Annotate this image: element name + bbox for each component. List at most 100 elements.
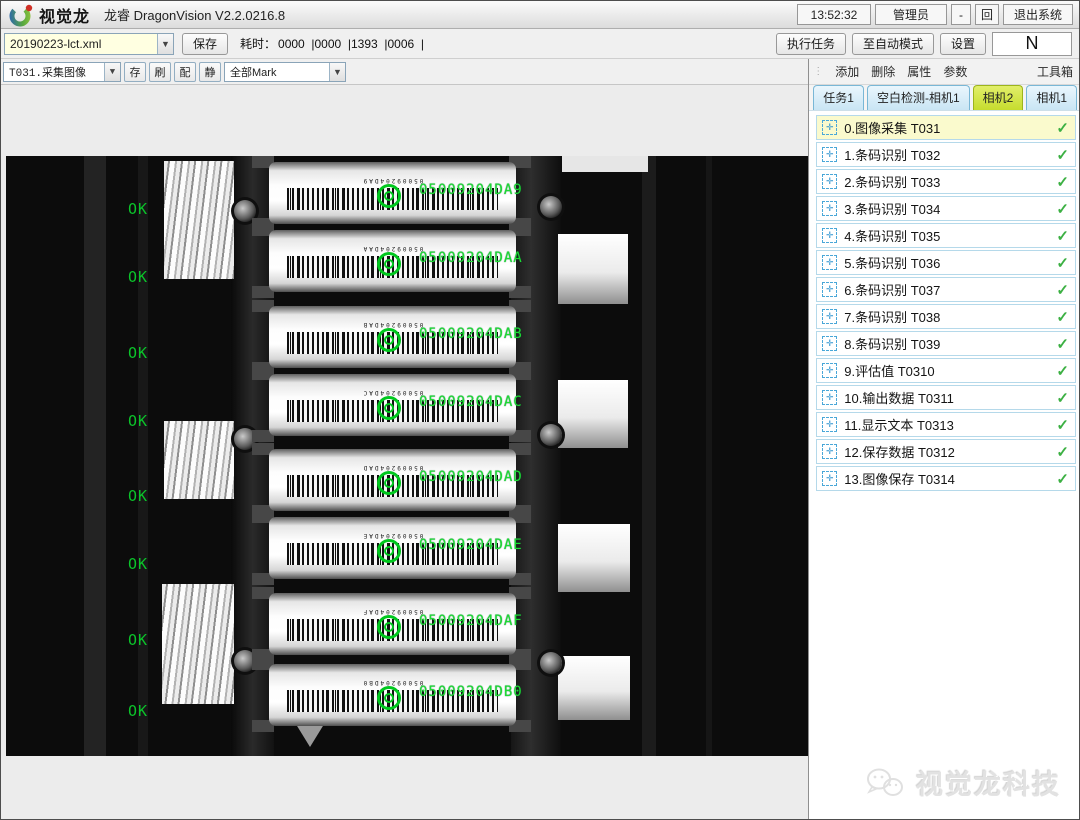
restore-button[interactable]: 回 xyxy=(975,4,999,25)
task-list-item[interactable]: ✛ 7.条码识别 T038 ✓ xyxy=(816,304,1076,329)
capture-tool-icon: ✛ xyxy=(822,309,838,324)
battery-row: OK 05009204DAE 05009204DAE xyxy=(6,511,808,587)
check-icon: ✓ xyxy=(1056,281,1069,299)
settings-button[interactable]: 设置 xyxy=(939,32,986,55)
battery-row: OK 05009204DAD 05009204DAD xyxy=(6,443,808,519)
task-list-item[interactable]: ✛ 10.输出数据 T0311 ✓ xyxy=(816,385,1076,410)
decoded-barcode-text: 05009204DAD xyxy=(419,469,523,485)
task-list-item[interactable]: ✛ 4.条码识别 T035 ✓ xyxy=(816,223,1076,248)
wechat-bubbles-icon xyxy=(867,768,903,796)
capture-tool-icon: ✛ xyxy=(822,471,838,486)
task-list: ✛ 0.图像采集 T031 ✓ ✛ 1.条码识别 T032 ✓ ✛ 2.条码识别… xyxy=(816,115,1076,493)
match-button[interactable]: 配 xyxy=(174,61,196,82)
decoded-barcode-text: 05009204DAF xyxy=(419,613,523,629)
chevron-down-icon[interactable]: ▼ xyxy=(329,62,345,81)
param-action[interactable]: 参数 xyxy=(943,63,967,80)
panel-tab[interactable]: 空白检测-相机1 xyxy=(866,85,970,110)
battery-cell: 05009204DAE 05009204DAE xyxy=(269,517,522,579)
capture-tool-icon: ✛ xyxy=(822,174,838,189)
check-icon: ✓ xyxy=(1056,200,1069,218)
battery-row: OK 05009204DAA 05009204DAA xyxy=(6,224,808,300)
store-button[interactable]: 存 xyxy=(124,61,146,82)
task-list-item[interactable]: ✛ 8.条码识别 T039 ✓ xyxy=(816,331,1076,356)
battery-cell: 05009204DAD 05009204DAD xyxy=(269,449,522,511)
toolbox-button[interactable]: 工具箱 xyxy=(1037,63,1073,80)
task-label: 1.条码识别 T032 xyxy=(844,148,941,163)
ok-result-label: OK xyxy=(128,200,149,218)
task-view-combobox[interactable]: T031.采集图像 ▼ xyxy=(3,61,121,82)
mark-filter-value: 全部Mark xyxy=(230,66,277,79)
capture-tool-icon: ✛ xyxy=(822,120,838,135)
capture-tool-icon: ✛ xyxy=(822,228,838,243)
task-list-item[interactable]: ✛ 6.条码识别 T037 ✓ xyxy=(816,277,1076,302)
task-label: 2.条码识别 T033 xyxy=(844,175,941,190)
task-label: 7.条码识别 T038 xyxy=(844,310,941,325)
decoded-barcode-text: 05009204DAE xyxy=(419,537,523,553)
image-viewport[interactable]: OK 05009204DA9 05009204DA9 OK 05009204DA… xyxy=(1,85,809,819)
camera-image-canvas[interactable]: OK 05009204DA9 05009204DA9 OK 05009204DA… xyxy=(6,156,809,756)
check-icon: ✓ xyxy=(1056,173,1069,191)
task-view-value: T031.采集图像 xyxy=(9,67,87,80)
check-icon: ✓ xyxy=(1056,146,1069,164)
chevron-down-icon[interactable]: ▼ xyxy=(104,62,120,81)
panel-tab[interactable]: 相机1 xyxy=(1026,85,1077,110)
capture-tool-icon: ✛ xyxy=(822,255,838,270)
capture-tool-icon: ✛ xyxy=(822,363,838,378)
ok-result-label: OK xyxy=(128,631,149,649)
task-list-item[interactable]: ✛ 3.条码识别 T034 ✓ xyxy=(816,196,1076,221)
task-list-item[interactable]: ✛ 9.评估值 T0310 ✓ xyxy=(816,358,1076,383)
app-title: 龙睿 DragonVision V2.2.0216.8 xyxy=(104,8,286,23)
ok-result-label: OK xyxy=(128,344,149,362)
task-list-item[interactable]: ✛ 1.条码识别 T032 ✓ xyxy=(816,142,1076,167)
user-role-button[interactable]: 管理员 xyxy=(875,4,947,25)
capture-tool-icon: ✛ xyxy=(822,201,838,216)
task-label: 3.条码识别 T034 xyxy=(844,202,941,217)
task-label: 10.输出数据 T0311 xyxy=(844,391,954,406)
panel-tabs: 任务1 空白检测-相机1 相机2 相机1 xyxy=(809,85,1079,111)
battery-cell: 05009204DB0 05009204DB0 xyxy=(269,664,522,726)
decoded-barcode-text: 05009204DA9 xyxy=(419,182,523,198)
project-file-value: 20190223-lct.xml xyxy=(10,36,102,51)
task-list-item[interactable]: ✛ 11.显示文本 T0313 ✓ xyxy=(816,412,1076,437)
auto-mode-button[interactable]: 至自动模式 xyxy=(851,32,934,55)
refresh-button[interactable]: 刷 xyxy=(149,61,171,82)
panel-tab[interactable]: 任务1 xyxy=(813,85,864,110)
task-label: 13.图像保存 T0314 xyxy=(844,472,955,487)
mark-center-icon xyxy=(384,335,394,345)
task-list-item[interactable]: ✛ 2.条码识别 T033 ✓ xyxy=(816,169,1076,194)
task-label: 0.图像采集 T031 xyxy=(844,121,941,136)
battery-row: OK 05009204DB0 05009204DB0 xyxy=(6,658,808,734)
mark-center-icon xyxy=(384,693,394,703)
title-bar: 视觉龙 龙睿 DragonVision V2.2.0216.8 13:52:32… xyxy=(1,1,1079,29)
app-logo: 视觉龙 xyxy=(5,3,90,27)
project-file-combobox[interactable]: 20190223-lct.xml ▼ xyxy=(4,32,174,55)
capture-tool-icon: ✛ xyxy=(822,147,838,162)
capture-tool-icon: ✛ xyxy=(822,282,838,297)
decoded-barcode-text: 05009204DB0 xyxy=(419,684,523,700)
battery-cell: 05009204DAA 05009204DAA xyxy=(269,230,522,292)
mark-filter-combobox[interactable]: 全部Mark ▼ xyxy=(224,61,346,82)
decoded-barcode-text: 05009204DAC xyxy=(419,394,523,410)
panel-tab[interactable]: 相机2 xyxy=(972,85,1024,110)
task-list-item[interactable]: ✛ 13.图像保存 T0314 ✓ xyxy=(816,466,1076,491)
add-action[interactable]: 添加 xyxy=(835,63,859,80)
ok-result-label: OK xyxy=(128,268,149,286)
check-icon: ✓ xyxy=(1056,443,1069,461)
execute-task-button[interactable]: 执行任务 xyxy=(775,32,846,55)
check-icon: ✓ xyxy=(1056,416,1069,434)
save-button[interactable]: 保存 xyxy=(182,32,229,55)
chevron-down-icon[interactable]: ▼ xyxy=(157,33,173,54)
task-list-item[interactable]: ✛ 5.条码识别 T036 ✓ xyxy=(816,250,1076,275)
exit-system-button[interactable]: 退出系统 xyxy=(1003,4,1073,25)
minimize-button[interactable]: - xyxy=(951,4,971,25)
decoded-barcode-text: 05009204DAA xyxy=(419,250,523,266)
ok-result-label: OK xyxy=(128,555,149,573)
mark-center-icon xyxy=(384,191,394,201)
battery-cell: 05009204DAF 05009204DAF xyxy=(269,593,522,655)
delete-action[interactable]: 删除 xyxy=(871,63,895,80)
task-list-item[interactable]: ✛ 0.图像采集 T031 ✓ xyxy=(816,115,1076,140)
static-button[interactable]: 静 xyxy=(199,61,221,82)
task-list-item[interactable]: ✛ 12.保存数据 T0312 ✓ xyxy=(816,439,1076,464)
check-icon: ✓ xyxy=(1056,254,1069,272)
property-action[interactable]: 属性 xyxy=(907,63,931,80)
